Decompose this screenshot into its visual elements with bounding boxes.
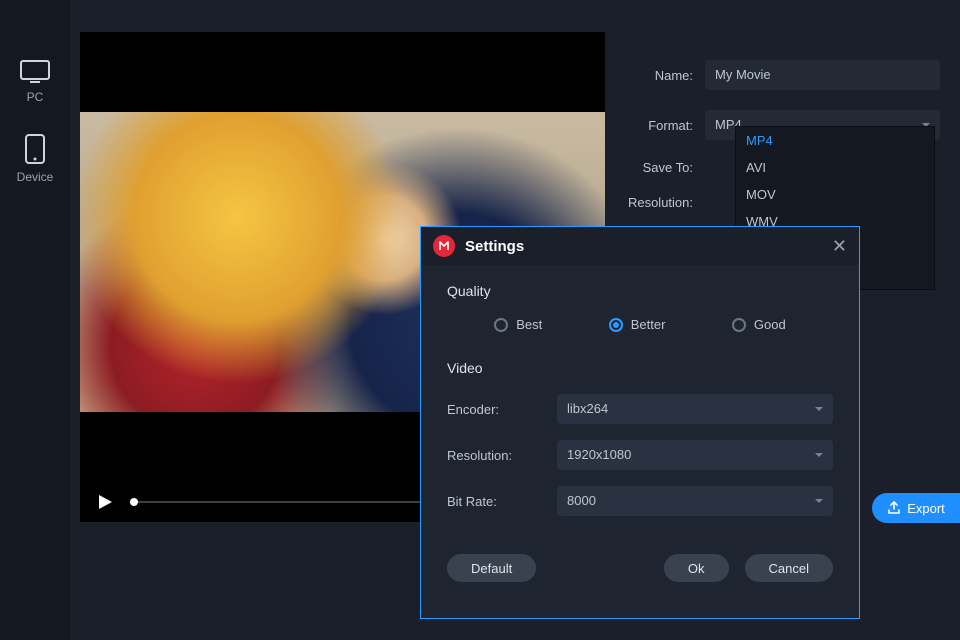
- modal-resolution-select[interactable]: 1920x1080: [557, 440, 833, 470]
- modal-title: Settings: [465, 238, 832, 255]
- modal-header: Settings ✕: [421, 227, 859, 265]
- nav-pc-label: PC: [27, 90, 44, 104]
- bitrate-label: Bit Rate:: [447, 494, 557, 509]
- quality-better-label: Better: [631, 317, 666, 332]
- name-label: Name:: [620, 68, 705, 83]
- save-to-label: Save To:: [620, 160, 705, 175]
- cancel-button[interactable]: Cancel: [745, 554, 833, 582]
- name-input[interactable]: My Movie: [705, 60, 940, 90]
- close-icon[interactable]: ✕: [832, 236, 847, 257]
- quality-better[interactable]: Better: [609, 317, 666, 332]
- export-label: Export: [907, 501, 945, 516]
- left-nav: PC Device: [0, 0, 70, 640]
- app-logo-icon: [433, 235, 455, 257]
- nav-device[interactable]: Device: [0, 134, 70, 184]
- default-button[interactable]: Default: [447, 554, 536, 582]
- nav-device-label: Device: [17, 170, 54, 184]
- quality-best[interactable]: Best: [494, 317, 542, 332]
- quality-good[interactable]: Good: [732, 317, 786, 332]
- format-option-mp4[interactable]: MP4: [736, 127, 934, 154]
- nav-pc[interactable]: PC: [0, 60, 70, 104]
- resolution-label: Resolution:: [620, 195, 705, 210]
- modal-resolution-label: Resolution:: [447, 448, 557, 463]
- export-icon: [887, 501, 901, 515]
- ok-button[interactable]: Ok: [664, 554, 729, 582]
- format-label: Format:: [620, 118, 705, 133]
- video-section-title: Video: [421, 342, 859, 386]
- quality-options: Best Better Good: [421, 309, 859, 342]
- format-option-avi[interactable]: AVI: [736, 154, 934, 181]
- encoder-label: Encoder:: [447, 402, 557, 417]
- phone-icon: [25, 134, 45, 164]
- play-icon[interactable]: [96, 493, 114, 511]
- export-button[interactable]: Export: [872, 493, 960, 523]
- quality-section-title: Quality: [421, 265, 859, 309]
- quality-good-label: Good: [754, 317, 786, 332]
- format-option-mov[interactable]: MOV: [736, 181, 934, 208]
- encoder-select[interactable]: libx264: [557, 394, 833, 424]
- modal-buttons: Default Ok Cancel: [421, 524, 859, 582]
- monitor-icon: [20, 60, 50, 84]
- quality-best-label: Best: [516, 317, 542, 332]
- settings-modal: Settings ✕ Quality Best Better Good Vide…: [420, 226, 860, 619]
- bitrate-select[interactable]: 8000: [557, 486, 833, 516]
